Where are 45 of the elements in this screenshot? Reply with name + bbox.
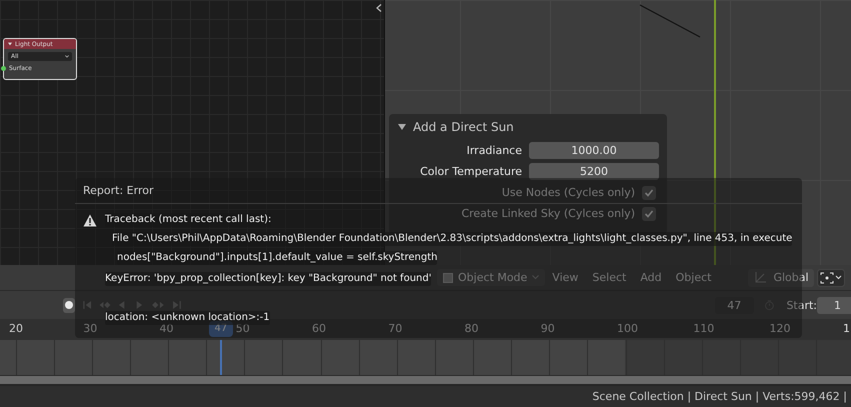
menu-item[interactable]: Select (585, 269, 634, 286)
collapse-triangle-icon[interactable] (8, 42, 12, 46)
start-label: Start: (786, 298, 818, 312)
field-label: Color Temperature (420, 165, 522, 178)
frame-number: 60 (312, 322, 326, 335)
chevron-left-icon[interactable] (376, 4, 382, 12)
start-frame-field[interactable]: 1 (817, 296, 851, 314)
record-button[interactable] (63, 298, 75, 312)
scrollbar[interactable] (0, 375, 851, 386)
number-field[interactable]: 1000.00 (529, 142, 659, 159)
checkbox-label: Use Nodes (Cycles only) (502, 186, 635, 199)
frame-number: 40 (160, 322, 174, 335)
socket-icon[interactable] (1, 66, 6, 70)
checkbox[interactable] (642, 206, 656, 220)
axes-icon (753, 270, 768, 284)
frame-number: 70 (388, 322, 402, 335)
caret-icon (532, 275, 540, 280)
status-text: Scene Collection | Direct Sun | Verts:599,462 | (592, 390, 847, 403)
number-field[interactable]: 5200 (529, 163, 659, 180)
frame-number: 50 (236, 322, 250, 335)
mode-dropdown[interactable]: Object Mode (437, 269, 546, 286)
frame-number: 90 (540, 322, 555, 335)
checkmark-icon (644, 188, 654, 198)
field-label: Irradiance (466, 144, 522, 157)
menu-item[interactable]: Add (633, 269, 669, 286)
menu-item[interactable]: Object (668, 269, 718, 286)
cube-icon (443, 272, 453, 282)
edge-line (639, 4, 701, 38)
orientation-dropdown[interactable]: Global (748, 268, 814, 286)
menu-item[interactable]: View (545, 269, 586, 286)
frame-number: 80 (464, 322, 478, 335)
frame-number: 1 (843, 322, 850, 335)
frame-number: 120 (770, 322, 790, 335)
collapse-triangle-icon[interactable] (398, 123, 406, 131)
warning-icon (83, 214, 97, 227)
caret-icon (65, 55, 69, 58)
frame-number: 100 (617, 322, 638, 335)
frame-number: 30 (83, 322, 98, 335)
pivot-icon[interactable] (817, 268, 845, 286)
frame-number: 20 (9, 322, 23, 335)
checkbox-label: Create Linked Sky (Cylces only) (461, 207, 635, 220)
panel-title: Add a Direct Sun (413, 120, 514, 134)
checkmark-icon (644, 208, 654, 218)
frame-number: 110 (693, 322, 714, 335)
checkbox[interactable] (642, 186, 656, 200)
